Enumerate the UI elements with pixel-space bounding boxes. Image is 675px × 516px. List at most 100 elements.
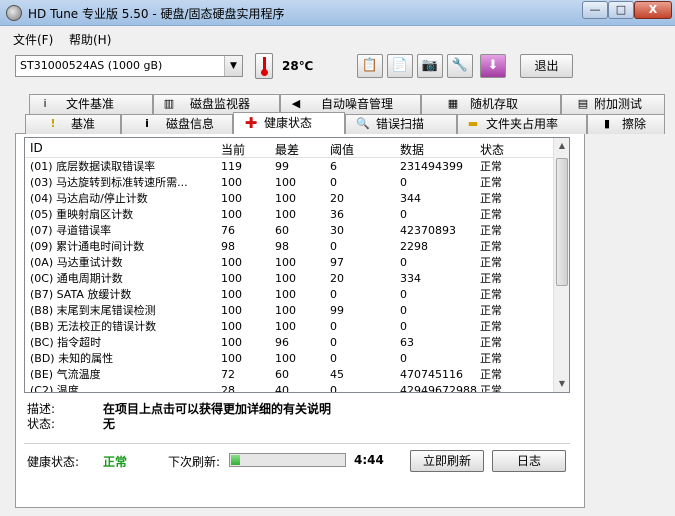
chevron-down-icon[interactable]: ▼ <box>224 56 242 76</box>
options-button[interactable]: 🔧 <box>447 54 473 78</box>
table-cell: 0 <box>330 288 337 301</box>
table-row[interactable]: (05) 重映射扇区计数 100 100 36 0 正常 <box>25 207 555 223</box>
table-row[interactable]: (0C) 通电周期计数 100 100 20 334 正常 <box>25 271 555 287</box>
table-cell: 100 <box>275 256 296 269</box>
col-threshold[interactable]: 阈值 <box>330 141 354 158</box>
table-cell: (01) 底层数据读取错误率 <box>30 160 156 173</box>
minimize-button[interactable]: — <box>582 1 608 19</box>
next-refresh-label: 下次刷新: <box>168 455 221 469</box>
tab-disk-monitor[interactable]: ▥ 磁盘监视器 <box>153 94 280 114</box>
tab-extra-tests[interactable]: ▤ 附加测试 <box>561 94 665 114</box>
table-cell: 100 <box>221 288 242 301</box>
table-row[interactable]: (01) 底层数据读取错误率 119 99 6 231494399 正常 <box>25 159 555 175</box>
smart-table[interactable]: ID 当前 最差 阈值 数据 状态 (01) 底层数据读取错误率 119 99 6 23… <box>24 137 570 393</box>
table-cell: 0 <box>400 176 407 189</box>
table-row[interactable]: (09) 累计通电时间计数 98 98 0 2298 正常 <box>25 239 555 255</box>
table-cell: (0A) 马达重试计数 <box>30 256 123 269</box>
copy-sheet-button[interactable]: 📄 <box>387 54 413 78</box>
tab-error-scan[interactable]: 🔍 错误扫描 <box>345 114 457 134</box>
table-cell: (09) 累计通电时间计数 <box>30 240 145 253</box>
table-cell: 0 <box>330 352 337 365</box>
table-cell: 正常 <box>480 384 502 393</box>
table-cell: 100 <box>221 320 242 333</box>
copy-text-button[interactable]: 📋 <box>357 54 383 78</box>
drive-select-value: ST31000524AS (1000 gB) <box>20 59 163 72</box>
table-cell: 0 <box>400 320 407 333</box>
table-cell: 76 <box>221 224 235 237</box>
scroll-up-icon[interactable]: ▲ <box>554 138 569 154</box>
table-cell: 97 <box>330 256 344 269</box>
tab-benchmark[interactable]: ! 基准 <box>25 114 121 134</box>
table-cell: 100 <box>275 192 296 205</box>
extra-tests-icon: ▤ <box>577 97 589 110</box>
table-cell: 100 <box>221 272 242 285</box>
tab-disk-info[interactable]: i 磁盘信息 <box>121 114 233 134</box>
table-cell: (B7) SATA 放缓计数 <box>30 288 132 301</box>
tab-health[interactable]: ✚ 健康状态 <box>233 112 345 134</box>
camera-icon: 📷 <box>421 58 439 73</box>
table-cell: 0 <box>400 288 407 301</box>
window-title: HD Tune 专业版 5.50 - 硬盘/固态硬盘实用程序 <box>28 7 285 21</box>
table-cell: 正常 <box>480 368 502 381</box>
exit-button[interactable]: 退出 <box>520 54 573 78</box>
table-row[interactable]: (BD) 未知的属性 100 100 0 0 正常 <box>25 351 555 367</box>
table-cell: 63 <box>400 336 414 349</box>
table-row[interactable]: (BE) 气流温度 72 60 45 470745116 正常 <box>25 367 555 383</box>
table-cell: 344 <box>400 192 421 205</box>
table-cell: 100 <box>221 176 242 189</box>
screenshot-button[interactable]: 📷 <box>417 54 443 78</box>
hd-tune-window: HD Tune 专业版 5.50 - 硬盘/固态硬盘实用程序 — □ X 文件(… <box>0 0 675 516</box>
tab-aam[interactable]: ◀ 自动噪音管理 <box>280 94 421 114</box>
table-row[interactable]: (B8) 末尾到末尾错误检测 100 100 99 0 正常 <box>25 303 555 319</box>
table-cell: 0 <box>400 256 407 269</box>
table-row[interactable]: (0A) 马达重试计数 100 100 97 0 正常 <box>25 255 555 271</box>
table-row[interactable]: (03) 马达旋转到标准转速所需... 100 100 0 0 正常 <box>25 175 555 191</box>
table-cell: 60 <box>275 224 289 237</box>
col-status[interactable]: 状态 <box>480 141 504 158</box>
table-cell: 0 <box>330 336 337 349</box>
save-button[interactable]: ⬇ <box>480 54 506 78</box>
tab-folder-usage[interactable]: ▬ 文件夹占用率 <box>457 114 587 134</box>
table-cell: 正常 <box>480 224 502 237</box>
table-cell: (BB) 无法校正的错误计数 <box>30 320 157 333</box>
drive-select[interactable]: ST31000524AS (1000 gB) ▼ <box>15 55 243 77</box>
table-cell: (04) 马达启动/停止计数 <box>30 192 148 205</box>
log-button[interactable]: 日志 <box>492 450 566 472</box>
table-row[interactable]: (C2) 温度 28 40 0 42949672988 正常 <box>25 383 555 393</box>
table-cell: 0 <box>400 208 407 221</box>
table-row[interactable]: (BB) 无法校正的错误计数 100 100 0 0 正常 <box>25 319 555 335</box>
col-data[interactable]: 数据 <box>400 141 424 158</box>
table-cell: 99 <box>330 304 344 317</box>
speaker-icon: ◀ <box>291 97 301 110</box>
close-button[interactable]: X <box>634 1 672 19</box>
table-cell: 100 <box>221 304 242 317</box>
menu-file[interactable]: 文件(F) <box>13 31 53 48</box>
col-worst[interactable]: 最差 <box>275 141 299 158</box>
table-cell: (0C) 通电周期计数 <box>30 272 123 285</box>
tab-random-access[interactable]: ▦ 随机存取 <box>421 94 561 114</box>
table-row[interactable]: (04) 马达启动/停止计数 100 100 20 344 正常 <box>25 191 555 207</box>
menu-help[interactable]: 帮助(H) <box>69 31 111 48</box>
temperature-readout: 28℃ <box>282 59 314 73</box>
scroll-down-icon[interactable]: ▼ <box>554 376 569 392</box>
table-scrollbar[interactable]: ▲ ▼ <box>553 138 569 392</box>
table-cell: 正常 <box>480 320 502 333</box>
table-cell: (BE) 气流温度 <box>30 368 101 381</box>
col-id[interactable]: ID <box>30 141 43 155</box>
table-row[interactable]: (BC) 指令超时 100 96 0 63 正常 <box>25 335 555 351</box>
table-cell: 99 <box>275 160 289 173</box>
table-row[interactable]: (07) 寻道错误率 76 60 30 42370893 正常 <box>25 223 555 239</box>
health-status-value: 正常 <box>103 455 128 469</box>
refresh-now-button[interactable]: 立即刷新 <box>410 450 484 472</box>
table-cell: 40 <box>275 384 289 393</box>
col-current[interactable]: 当前 <box>221 141 245 158</box>
scroll-thumb[interactable] <box>556 158 568 286</box>
tab-row-bottom: ! 基准 i 磁盘信息 ✚ 健康状态 🔍 错误扫描 ▬ 文件夹占用率 ▮ 擦除 <box>15 112 665 134</box>
monitor-icon: ▥ <box>163 97 175 110</box>
table-cell: 98 <box>275 240 289 253</box>
tab-erase[interactable]: ▮ 擦除 <box>587 114 665 134</box>
tab-file-benchmark[interactable]: i 文件基准 <box>29 94 153 114</box>
table-cell: 36 <box>330 208 344 221</box>
table-row[interactable]: (B7) SATA 放缓计数 100 100 0 0 正常 <box>25 287 555 303</box>
maximize-button[interactable]: □ <box>608 1 634 19</box>
